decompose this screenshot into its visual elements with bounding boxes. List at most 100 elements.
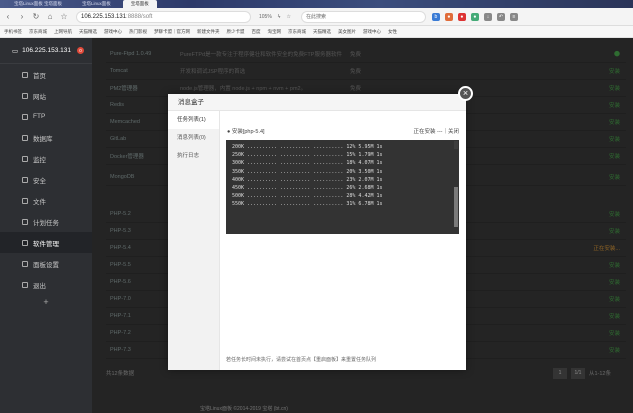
sidebar-item-website[interactable]: 网站 <box>0 85 92 106</box>
monitor-icon <box>22 155 28 162</box>
gear-icon <box>22 260 28 267</box>
dialog-note: 若任务长时间未执行，请尝试在首页点【重启面板】来重置任务队列 <box>226 357 377 363</box>
extension-icons: b ● ● ● ↓ ↶ ≡ <box>431 12 518 21</box>
log-line: 250K .......... .......... .......... 15… <box>232 152 383 159</box>
forward-icon[interactable]: › <box>16 11 28 23</box>
close-icon[interactable]: × <box>458 86 473 101</box>
bookmark-item[interactable]: 梦聊卡盟｜官方网 <box>154 29 190 35</box>
sidebar-item-label: 文件 <box>33 198 46 206</box>
sidebar-item-logout[interactable]: 退出 <box>0 274 92 295</box>
database-icon <box>22 134 28 141</box>
message-box-dialog: 消息盒子 × 任务列表(1) 消息列表(0) 执行日志 ● 安装[php-5.4… <box>168 86 473 370</box>
bookmark-item[interactable]: 百度 <box>252 29 261 35</box>
sidebar-item-files[interactable]: 文件 <box>0 190 92 211</box>
sidebar-item-settings[interactable]: 面板设置 <box>0 253 92 274</box>
log-line: 450K .......... .......... .......... 26… <box>232 184 383 191</box>
log-line: 400K .......... .......... .......... 23… <box>232 176 383 183</box>
sidebar-item-label: 网站 <box>33 93 46 101</box>
sidebar-item-label: FTP <box>33 113 46 120</box>
task-status[interactable]: 正在安装 ---｜关闭 <box>413 127 459 135</box>
monitor-icon: ▭ <box>12 47 19 55</box>
shield-icon <box>22 176 28 183</box>
log-line: 300K .......... .......... .......... 18… <box>232 160 383 167</box>
menu-icon[interactable]: ≡ <box>509 12 518 21</box>
ftp-icon <box>22 113 28 120</box>
sidebar-item-home[interactable]: 首页 <box>0 64 92 85</box>
reload-icon[interactable]: ↻ <box>30 11 42 23</box>
log-line: 350K .......... .......... .......... 20… <box>232 168 383 175</box>
bookmark-item[interactable]: 美女图片 <box>338 29 356 35</box>
sidebar: ▭ 106.225.153.131 0 首页 网站 FTP 数据库 监控 安全 … <box>0 38 92 413</box>
search-input[interactable]: 在此搜索 <box>300 10 426 23</box>
sidebar-item-label: 面板设置 <box>33 261 59 269</box>
star-icon[interactable]: ☆ <box>58 11 70 23</box>
server-header: ▭ 106.225.153.131 0 <box>0 38 92 64</box>
sidebar-item-ftp[interactable]: FTP <box>0 106 92 127</box>
sidebar-item-security[interactable]: 安全 <box>0 169 92 190</box>
bookmark-item[interactable]: 女性 <box>388 29 397 35</box>
browser-tab-bar: 宝塔Linux面板 宝塔面板 宝塔Linux面板 宝塔面板 <box>0 0 633 8</box>
toolbar-icons: 105% ϟ ☆ <box>259 14 291 20</box>
bookmark-icon[interactable]: ☆ <box>286 14 290 20</box>
bookmark-item[interactable]: 天猫精选 <box>79 29 97 35</box>
scrollbar-thumb[interactable] <box>454 187 458 227</box>
url-input[interactable]: 106.225.153.131:8888/soft <box>76 10 251 23</box>
task-name: ● 安装[php-5.4] <box>227 129 265 135</box>
tab-message-list[interactable]: 消息列表(0) <box>168 129 219 147</box>
url-host: 106.225.153.131 <box>81 13 127 20</box>
log-line: 550K .......... .......... .......... 31… <box>232 201 383 208</box>
bookmark-item[interactable]: 新建文件夹 <box>197 29 220 35</box>
sidebar-item-monitor[interactable]: 监控 <box>0 148 92 169</box>
install-log-terminal[interactable]: 200K .......... .......... .......... 12… <box>226 140 459 234</box>
clock-icon <box>22 218 28 225</box>
browser-tab[interactable]: 宝塔Linux面板 <box>74 0 119 8</box>
tab-task-list[interactable]: 任务列表(1) <box>168 111 219 129</box>
add-icon[interactable]: + <box>0 297 92 307</box>
bookmark-item[interactable]: 游戏中心 <box>363 29 381 35</box>
sidebar-item-label: 退出 <box>33 282 46 290</box>
sidebar-item-label: 计划任务 <box>33 219 59 227</box>
game-icon[interactable]: ● <box>444 12 453 21</box>
browser-tab[interactable]: 宝塔Linux面板 宝塔面板 <box>6 0 70 8</box>
search-engine-icon[interactable]: b <box>431 12 440 21</box>
bookmark-item[interactable]: 天猫精选 <box>313 29 331 35</box>
zoom-level[interactable]: 105% <box>259 14 272 20</box>
bookmark-item[interactable]: 手机书签 <box>4 29 22 35</box>
task-item: ● 安装[php-5.4] 正在安装 ---｜关闭 <box>227 127 459 135</box>
bookmark-item[interactable]: 京东商城 <box>288 29 306 35</box>
bookmark-item[interactable]: 热门影视 <box>129 29 147 35</box>
terminal-scrollbar[interactable] <box>454 141 458 227</box>
log-line: 500K .......... .......... .......... 28… <box>232 193 383 200</box>
bookmark-item[interactable]: 上网导航 <box>54 29 72 35</box>
globe-icon <box>22 92 28 99</box>
sidebar-item-label: 软件管理 <box>33 240 59 248</box>
extension-icon[interactable]: ● <box>470 12 479 21</box>
sidebar-item-label: 首页 <box>33 72 46 80</box>
download-icon[interactable]: ↓ <box>483 12 492 21</box>
address-bar: ‹ › ↻ ⌂ ☆ 106.225.153.131:8888/soft 105%… <box>0 8 633 26</box>
dialog-title: 消息盒子 <box>168 94 466 111</box>
sidebar-item-software[interactable]: 软件管理 <box>0 232 92 253</box>
bookmark-item[interactable]: 淘宝网 <box>268 29 282 35</box>
home-icon[interactable]: ⌂ <box>44 11 56 23</box>
folder-icon <box>22 197 28 204</box>
tab-exec-log[interactable]: 执行日志 <box>168 147 219 165</box>
back-icon[interactable]: ‹ <box>2 11 14 23</box>
dialog-tabs: 任务列表(1) 消息列表(0) 执行日志 <box>168 111 220 370</box>
sidebar-item-cron[interactable]: 计划任务 <box>0 211 92 232</box>
sidebar-item-label: 监控 <box>33 156 46 164</box>
shield-icon[interactable]: ● <box>457 12 466 21</box>
home-icon <box>22 71 28 78</box>
browser-tab-active[interactable]: 宝塔面板 <box>122 0 157 8</box>
sidebar-item-database[interactable]: 数据库 <box>0 127 92 148</box>
bookmark-item[interactable]: 京东商城 <box>29 29 47 35</box>
notification-badge[interactable]: 0 <box>76 47 84 54</box>
bookmarks-bar: 手机书签 京东商城 上网导航 天猫精选 游戏中心 热门影视 梦聊卡盟｜官方网 新… <box>0 26 633 38</box>
bolt-icon[interactable]: ϟ <box>278 14 281 20</box>
logout-icon <box>22 281 28 288</box>
log-line: 200K .......... .......... .......... 12… <box>232 144 383 150</box>
undo-icon[interactable]: ↶ <box>496 12 505 21</box>
bookmark-item[interactable]: 游戏中心 <box>104 29 122 35</box>
sidebar-item-label: 安全 <box>33 177 46 185</box>
bookmark-item[interactable]: 原少卡盟 <box>227 29 245 35</box>
